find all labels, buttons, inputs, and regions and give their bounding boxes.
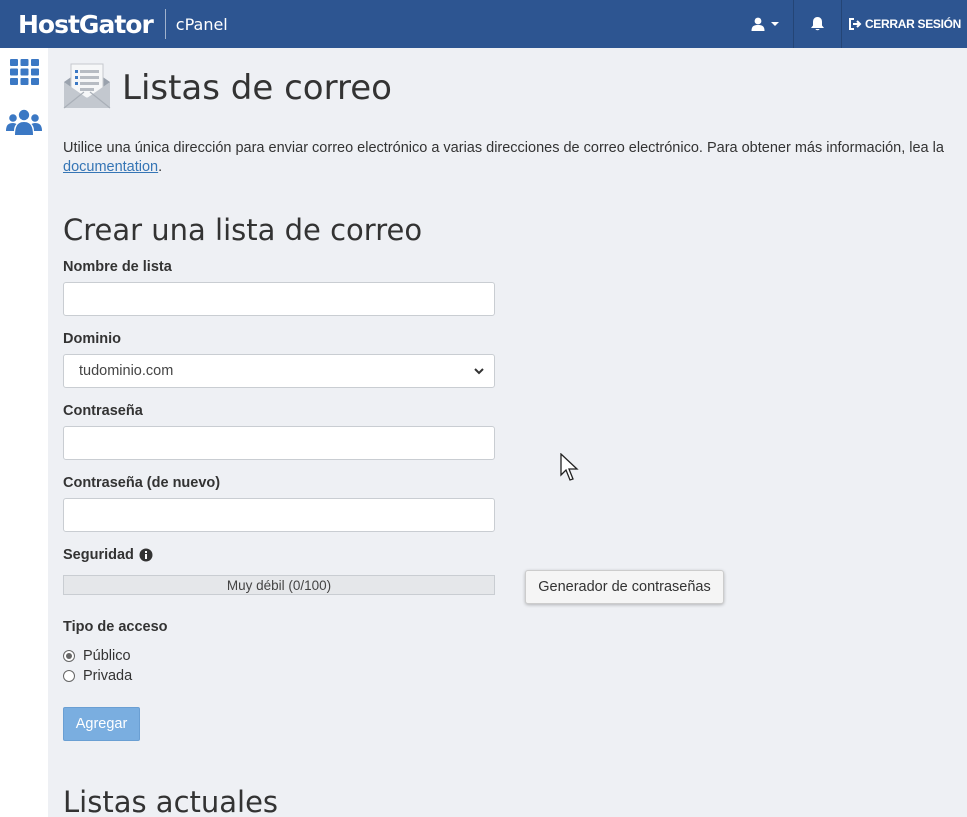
password-generator-button[interactable]: Generador de contraseñas: [525, 570, 724, 604]
brand-logo[interactable]: HostGator: [18, 10, 154, 39]
main-content: Listas de correo Utilice una única direc…: [48, 48, 967, 817]
radio-private[interactable]: [63, 670, 75, 682]
security-label-row: Seguridad: [63, 547, 153, 563]
password-again-label: Contraseña (de nuevo): [63, 475, 221, 491]
brand-divider: [164, 9, 166, 39]
intro-text: Utilice una única dirección para enviar …: [63, 140, 944, 156]
user-menu-button[interactable]: [736, 0, 793, 48]
chevron-down-icon: [770, 22, 779, 26]
password-again-input[interactable]: [63, 498, 495, 532]
user-icon: [751, 17, 764, 31]
logout-label: CERRAR SESIÓN: [864, 17, 962, 31]
list-name-label: Nombre de lista: [63, 259, 172, 275]
access-option-public[interactable]: Público: [63, 648, 131, 664]
chevron-down-icon: [474, 368, 484, 375]
intro-end: .: [158, 159, 163, 175]
top-actions: CERRAR SESIÓN: [736, 0, 967, 48]
current-lists-heading: Listas actuales: [63, 785, 279, 817]
sidebar-item-tools[interactable]: [0, 59, 48, 85]
notifications-button[interactable]: [793, 0, 841, 48]
mouse-cursor-icon: [560, 453, 579, 481]
password-label: Contraseña: [63, 403, 143, 419]
intro-paragraph: Utilice una única dirección para enviar …: [63, 139, 963, 177]
domain-label: Dominio: [63, 331, 121, 347]
mailing-list-icon: [63, 63, 111, 109]
access-type-label: Tipo de acceso: [63, 619, 168, 635]
list-name-input[interactable]: [63, 282, 495, 316]
info-icon[interactable]: [139, 548, 153, 562]
access-public-label: Público: [83, 648, 131, 664]
password-strength-meter: Muy débil (0/100): [63, 575, 495, 595]
radio-public[interactable]: [63, 650, 75, 662]
users-icon: [6, 109, 42, 135]
logout-button[interactable]: CERRAR SESIÓN: [841, 0, 967, 48]
grid-icon: [9, 59, 39, 85]
product-name: cPanel: [175, 14, 228, 34]
logout-icon: [848, 18, 862, 30]
top-bar: HostGator cPanel CERRAR SESIÓN: [0, 0, 967, 48]
bell-icon: [811, 17, 824, 31]
page-header: Listas de correo: [62, 62, 392, 110]
security-label: Seguridad: [63, 547, 134, 563]
password-input[interactable]: [63, 426, 495, 460]
domain-select[interactable]: tudominio.com: [63, 354, 495, 388]
documentation-link[interactable]: documentation: [63, 159, 158, 175]
create-list-heading: Crear una lista de correo: [63, 213, 423, 247]
sidebar-item-users[interactable]: [0, 109, 48, 135]
page-title: Listas de correo: [122, 68, 392, 108]
domain-selected-value: tudominio.com: [79, 363, 174, 379]
access-private-label: Privada: [83, 668, 133, 684]
add-list-button[interactable]: Agregar: [63, 707, 140, 741]
sidebar: [0, 48, 48, 817]
strength-text: Muy débil (0/100): [226, 577, 332, 593]
access-option-private[interactable]: Privada: [63, 668, 132, 684]
